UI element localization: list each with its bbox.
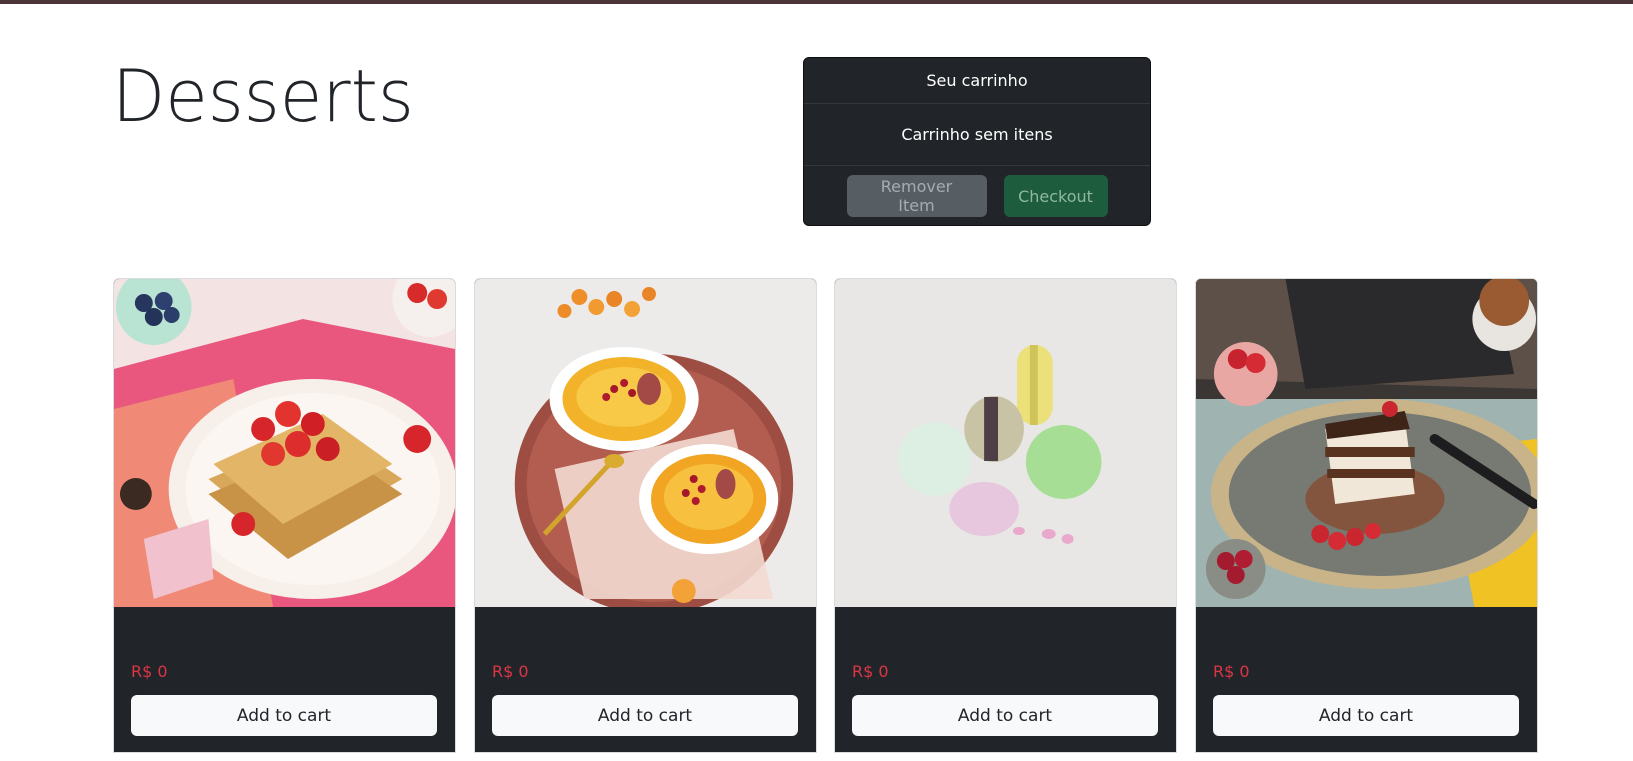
product-image-macarons xyxy=(835,279,1176,607)
cart-title: Seu carrinho xyxy=(804,58,1150,104)
product-image-creme-brulee xyxy=(475,279,816,607)
cart-actions: Remover Item Checkout xyxy=(804,166,1150,225)
product-price: R$ 0 xyxy=(852,662,889,681)
cart-empty-message: Carrinho sem itens xyxy=(804,104,1150,166)
page-title: Desserts xyxy=(112,54,414,138)
product-image-waffles xyxy=(114,279,455,607)
product-card-body: R$ 0 Add to cart xyxy=(1196,607,1537,752)
product-grid: R$ 0 Add to cart R$ 0 Add to cart R$ 0 A… xyxy=(113,278,1538,761)
add-to-cart-button[interactable]: Add to cart xyxy=(131,695,437,736)
product-price: R$ 0 xyxy=(131,662,168,681)
product-card: R$ 0 Add to cart xyxy=(474,278,817,753)
product-card-body: R$ 0 Add to cart xyxy=(835,607,1176,752)
top-border xyxy=(0,0,1633,4)
product-image-tiramisu xyxy=(1196,279,1537,607)
product-price: R$ 0 xyxy=(492,662,529,681)
product-price: R$ 0 xyxy=(1213,662,1250,681)
add-to-cart-button[interactable]: Add to cart xyxy=(852,695,1158,736)
product-card-body: R$ 0 Add to cart xyxy=(475,607,816,752)
product-card: R$ 0 Add to cart xyxy=(1195,278,1538,753)
product-card-body: R$ 0 Add to cart xyxy=(114,607,455,752)
product-card: R$ 0 Add to cart xyxy=(834,278,1177,753)
cart-panel: Seu carrinho Carrinho sem itens Remover … xyxy=(803,57,1151,226)
add-to-cart-button[interactable]: Add to cart xyxy=(1213,695,1519,736)
product-card: R$ 0 Add to cart xyxy=(113,278,456,753)
add-to-cart-button[interactable]: Add to cart xyxy=(492,695,798,736)
remove-item-button[interactable]: Remover Item xyxy=(846,175,987,217)
checkout-button[interactable]: Checkout xyxy=(1003,175,1108,217)
